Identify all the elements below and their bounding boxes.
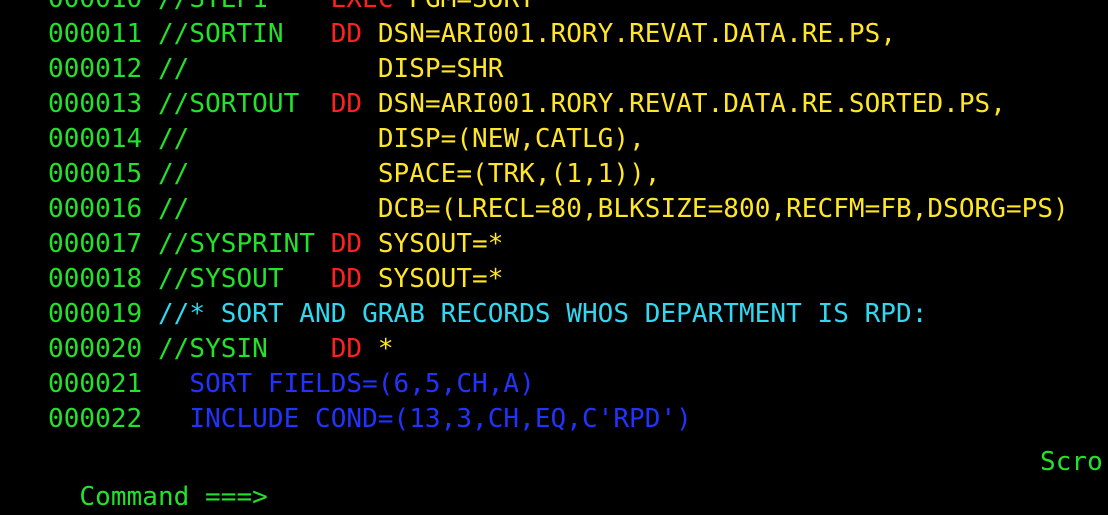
editor-line[interactable]: 000017 //SYSPRINT DD SYSOUT=* xyxy=(48,227,1108,262)
line-separator xyxy=(142,54,158,84)
line-text-segment[interactable]: //SYSPRINT xyxy=(158,229,331,259)
editor-line[interactable]: 000022 INCLUDE COND=(13,3,CH,EQ,C'RPD') xyxy=(48,402,1108,437)
line-number[interactable]: 000022 xyxy=(48,404,142,434)
editor-line[interactable]: 000013 //SORTOUT DD DSN=ARI001.RORY.REVA… xyxy=(48,87,1108,122)
editor-line[interactable]: 000021 SORT FIELDS=(6,5,CH,A) xyxy=(48,367,1108,402)
command-label: Command ===> xyxy=(79,482,268,512)
line-text-segment[interactable]: SPACE=(TRK,(1,1)), xyxy=(378,159,661,189)
line-text-segment[interactable]: DISP=(NEW,CATLG), xyxy=(378,124,645,154)
line-text-segment[interactable]: INCLUDE COND=(13,3,CH,EQ,C'RPD') xyxy=(158,404,692,434)
line-separator xyxy=(142,229,158,259)
line-text-segment[interactable]: DSN=ARI001.RORY.REVAT.DATA.RE.PS, xyxy=(362,19,896,49)
line-text-segment[interactable]: DD xyxy=(331,264,362,294)
editor-line[interactable]: 000016 // DCB=(LRECL=80,BLKSIZE=800,RECF… xyxy=(48,192,1108,227)
line-text-segment[interactable]: // xyxy=(158,194,378,224)
line-text-segment[interactable]: DD xyxy=(331,89,362,119)
line-text-segment[interactable]: // xyxy=(158,159,378,189)
line-separator xyxy=(142,299,158,329)
editor-line[interactable]: 000012 // DISP=SHR xyxy=(48,52,1108,87)
line-separator xyxy=(142,194,158,224)
line-number[interactable]: 000019 xyxy=(48,299,142,329)
line-number[interactable]: 000012 xyxy=(48,54,142,84)
line-separator xyxy=(142,264,158,294)
line-text-segment[interactable]: //* SORT AND GRAB RECORDS WHOS DEPARTMEN… xyxy=(158,299,927,329)
editor-line[interactable]: 000019 //* SORT AND GRAB RECORDS WHOS DE… xyxy=(48,297,1108,332)
line-number[interactable]: 000018 xyxy=(48,264,142,294)
editor-line[interactable]: 000015 // SPACE=(TRK,(1,1)), xyxy=(48,157,1108,192)
line-separator xyxy=(142,124,158,154)
line-separator xyxy=(142,19,158,49)
line-text-segment[interactable]: DD xyxy=(331,229,362,259)
line-separator xyxy=(142,0,158,14)
line-text-segment[interactable]: SORT FIELDS=(6,5,CH,A) xyxy=(158,369,535,399)
command-line: Command ===> xyxy=(48,445,1032,512)
line-number[interactable]: 000014 xyxy=(48,124,142,154)
line-number[interactable]: 000016 xyxy=(48,194,142,224)
command-input[interactable] xyxy=(267,480,1032,512)
line-separator xyxy=(142,369,158,399)
line-text-segment[interactable]: PGM=SORT xyxy=(394,0,535,14)
line-text-segment[interactable]: // xyxy=(158,124,378,154)
line-text-segment[interactable]: //STEP1 xyxy=(158,0,331,14)
line-separator xyxy=(142,404,158,434)
line-text-segment[interactable]: SYSOUT=* xyxy=(362,264,504,294)
line-number[interactable]: 000020 xyxy=(48,334,142,364)
line-text-segment[interactable]: * xyxy=(362,334,394,364)
line-text-segment[interactable]: //SYSOUT xyxy=(158,264,331,294)
line-separator xyxy=(142,159,158,189)
line-text-segment[interactable]: //SYSIN xyxy=(158,334,331,364)
line-number[interactable]: 000013 xyxy=(48,89,142,119)
editor-line[interactable]: 000018 //SYSOUT DD SYSOUT=* xyxy=(48,262,1108,297)
editor-line[interactable]: 000011 //SORTIN DD DSN=ARI001.RORY.REVAT… xyxy=(48,17,1108,52)
line-separator xyxy=(142,89,158,119)
editor-line[interactable]: 000010 //STEP1 EXEC PGM=SORT xyxy=(48,0,1108,17)
line-number[interactable]: 000017 xyxy=(48,229,142,259)
line-text-segment[interactable]: DSN=ARI001.RORY.REVAT.DATA.RE.SORTED.PS, xyxy=(362,89,1006,119)
line-text-segment[interactable]: //SORTOUT xyxy=(158,89,331,119)
line-text-segment[interactable]: DD xyxy=(331,334,362,364)
editor-line[interactable]: 000020 //SYSIN DD * xyxy=(48,332,1108,367)
line-text-segment[interactable]: SYSOUT=* xyxy=(362,229,504,259)
line-text-segment[interactable]: // xyxy=(158,54,378,84)
line-number[interactable]: 000010 xyxy=(48,0,142,14)
line-separator xyxy=(142,334,158,364)
line-number[interactable]: 000015 xyxy=(48,159,142,189)
line-number[interactable]: 000011 xyxy=(48,19,142,49)
scroll-label: Scro xyxy=(1040,447,1103,477)
editor-screen: 000010 //STEP1 EXEC PGM=SORT000011 //SOR… xyxy=(48,0,1108,437)
line-text-segment[interactable]: //SORTIN xyxy=(158,19,331,49)
line-text-segment[interactable]: DD xyxy=(331,19,362,49)
line-text-segment[interactable]: EXEC xyxy=(331,0,394,14)
line-text-segment[interactable]: DCB=(LRECL=80,BLKSIZE=800,RECFM=FB,DSORG… xyxy=(378,194,1069,224)
editor-line[interactable]: 000014 // DISP=(NEW,CATLG), xyxy=(48,122,1108,157)
line-number[interactable]: 000021 xyxy=(48,369,142,399)
line-text-segment[interactable]: DISP=SHR xyxy=(378,54,504,84)
